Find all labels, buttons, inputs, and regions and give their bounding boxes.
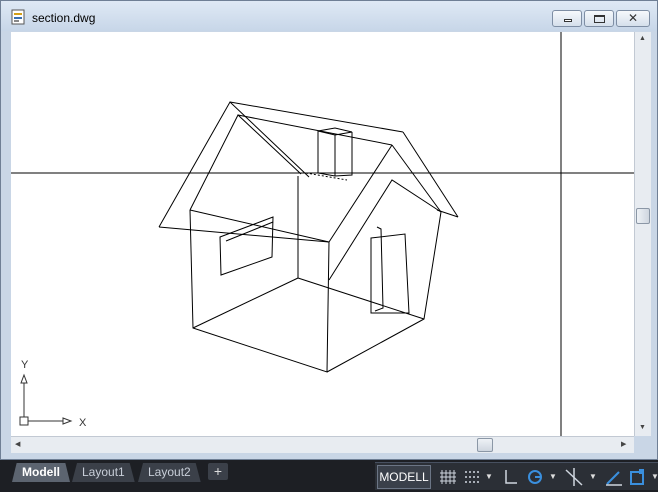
roof-right-outer — [402, 131, 459, 218]
polar-dropdown-icon[interactable]: ▼ — [549, 472, 557, 481]
selection-dropdown-icon[interactable]: ▼ — [651, 472, 658, 481]
minimize-button[interactable] — [552, 10, 582, 27]
title-bar[interactable]: section.dwg ✕ — [1, 1, 657, 31]
tab-layout2[interactable]: Layout2 — [138, 463, 201, 482]
scroll-right-icon[interactable]: ▶ — [621, 440, 626, 448]
window-sill — [225, 221, 274, 242]
snap-dropdown-icon[interactable]: ▼ — [485, 472, 493, 481]
model-space-button[interactable]: MODELL — [377, 465, 431, 489]
ucs-x-label: X — [79, 417, 87, 429]
minimize-icon — [564, 19, 572, 22]
roof-eave-left — [158, 226, 330, 243]
roof-right-lower — [328, 179, 442, 281]
dwg-file-icon — [11, 9, 25, 25]
roof-ridge — [229, 101, 404, 133]
wall-front-left — [189, 209, 330, 373]
tab-modell[interactable]: Modell — [12, 463, 70, 482]
selection-cycling-icon[interactable] — [627, 466, 649, 488]
tab-layout2-label: Layout2 — [148, 465, 191, 479]
dynamic-ucs-icon[interactable] — [603, 466, 625, 488]
roof-ridge-inner — [237, 114, 393, 146]
tab-modell-label: Modell — [22, 465, 60, 479]
maximize-icon — [594, 15, 605, 23]
tab-layout1-label: Layout1 — [82, 465, 125, 479]
scroll-up-icon[interactable]: ▲ — [639, 35, 646, 42]
status-bar: MODELL ▼ ▼ ▼ ▼ — [375, 462, 658, 490]
tab-layout1[interactable]: Layout1 — [72, 463, 135, 482]
ortho-icon[interactable] — [501, 466, 521, 488]
wall-front-top — [189, 209, 330, 243]
close-button[interactable]: ✕ — [616, 10, 650, 27]
horizontal-scroll-thumb[interactable] — [477, 438, 493, 452]
snap-icon[interactable] — [461, 466, 483, 488]
roof-front-right — [328, 144, 393, 243]
door-frame — [370, 233, 410, 314]
add-layout-button[interactable]: + — [208, 463, 228, 480]
osnap-icon[interactable] — [563, 466, 585, 488]
window-title: section.dwg — [32, 11, 96, 25]
vertical-scroll-thumb[interactable] — [636, 208, 650, 224]
vertical-scrollbar[interactable]: ▲ ▼ — [634, 32, 651, 436]
ucs-y-label: Y — [21, 359, 29, 371]
drawing-window: section.dwg ✕ Y X ▲ ▼ ◀ ▶ — [0, 0, 658, 460]
scroll-left-icon[interactable]: ◀ — [15, 440, 20, 448]
wall-floor-back — [192, 277, 299, 329]
ucs-icon — [19, 373, 73, 426]
roof-left-inner — [189, 114, 302, 211]
house-wireframe — [158, 101, 459, 373]
osnap-dropdown-icon[interactable]: ▼ — [589, 472, 597, 481]
model-space-drawing: Y X — [11, 32, 634, 436]
grid-icon[interactable] — [437, 466, 459, 488]
scroll-down-icon[interactable]: ▼ — [639, 424, 646, 431]
horizontal-scrollbar[interactable]: ◀ ▶ — [11, 436, 634, 453]
maximize-button[interactable] — [584, 10, 614, 27]
drawing-canvas[interactable]: Y X — [11, 32, 634, 436]
close-icon: ✕ — [628, 11, 639, 25]
roof-left-outer — [158, 101, 310, 228]
door-leaf — [374, 226, 384, 312]
polar-icon[interactable] — [525, 466, 545, 488]
